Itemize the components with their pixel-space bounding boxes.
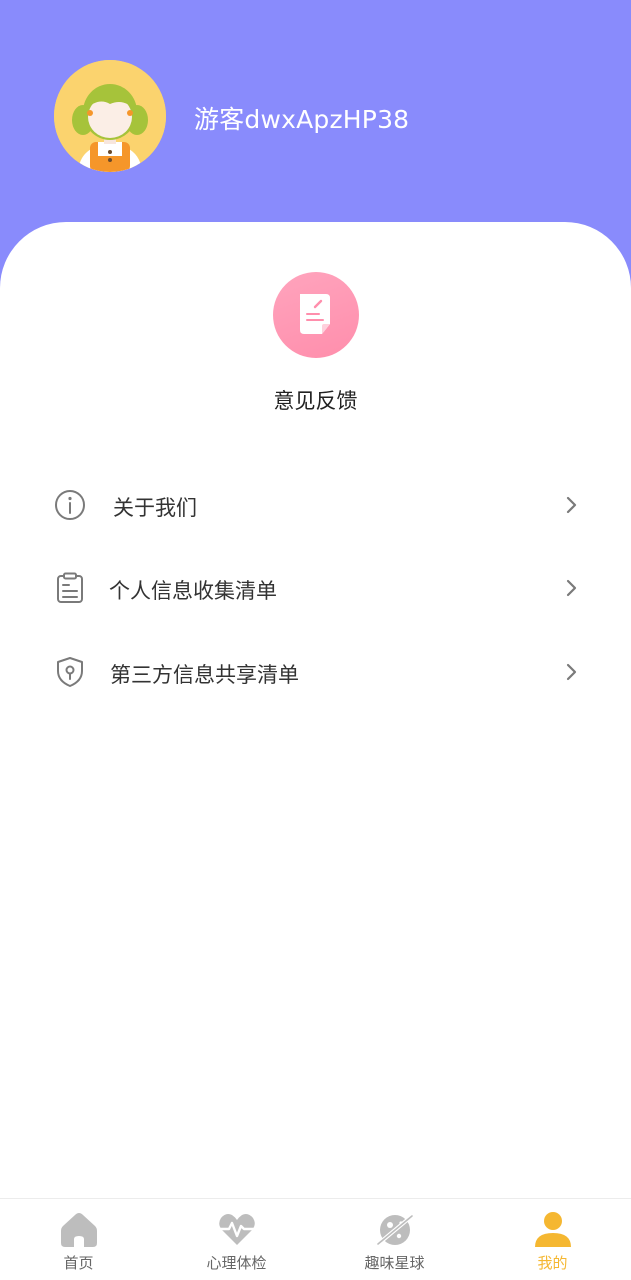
tab-label: 我的 (537, 1254, 568, 1272)
feedback-icon-circle (272, 272, 359, 358)
tab-home[interactable]: 首页 (0, 1199, 157, 1280)
tab-mine[interactable]: 我的 (474, 1199, 631, 1280)
feedback-button[interactable]: 意见反馈 (0, 272, 631, 415)
shield-icon (57, 657, 83, 687)
menu-item-label: 第三方信息共享清单 (110, 663, 299, 687)
heart-pulse-icon (218, 1214, 255, 1245)
menu-item-label: 关于我们 (113, 496, 197, 520)
menu-item-personal-info-list[interactable]: 个人信息收集清单 (0, 558, 631, 618)
clipboard-icon (57, 572, 83, 603)
user-icon (534, 1212, 571, 1247)
bottom-tab-bar: 首页 心理体检 趣味星球 我的 (0, 1198, 631, 1280)
tab-label: 首页 (63, 1254, 94, 1272)
menu-item-third-party-sharing-list[interactable]: 第三方信息共享清单 (0, 642, 631, 702)
tab-psych-checkup[interactable]: 心理体检 (158, 1199, 315, 1280)
username: 游客dwxApzHP38 (194, 105, 410, 134)
planet-icon (374, 1213, 415, 1247)
chevron-right-icon (566, 663, 577, 681)
document-edit-icon (299, 294, 330, 334)
feedback-label: 意见反馈 (273, 389, 358, 413)
menu-item-label: 个人信息收集清单 (109, 579, 277, 603)
info-icon (55, 490, 85, 520)
tab-fun-planet[interactable]: 趣味星球 (316, 1199, 473, 1280)
tab-label: 趣味星球 (364, 1254, 425, 1272)
chevron-right-icon (566, 579, 577, 597)
girl-avatar-icon (54, 60, 166, 172)
home-icon (60, 1213, 97, 1247)
chevron-right-icon (566, 496, 577, 514)
menu-item-about-us[interactable]: 关于我们 (0, 475, 631, 535)
tab-label: 心理体检 (206, 1254, 267, 1272)
avatar[interactable] (54, 60, 166, 172)
